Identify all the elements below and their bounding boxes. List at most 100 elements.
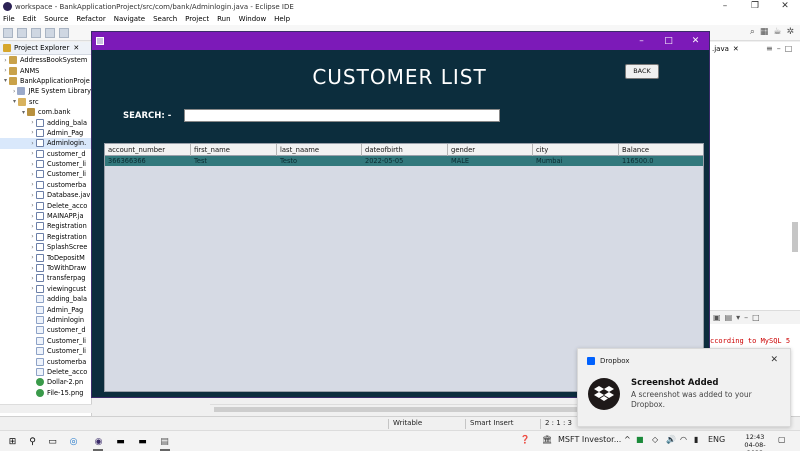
chevron-right-icon[interactable]: ›: [2, 67, 9, 74]
tree-item[interactable]: › transferpag: [0, 273, 91, 283]
column-header-gender[interactable]: gender: [448, 144, 533, 156]
menu-project[interactable]: Project: [185, 15, 209, 23]
column-header-date-of-birth[interactable]: dateofbirth: [362, 144, 448, 156]
save-all-icon[interactable]: [31, 27, 41, 38]
tree-item[interactable]: › Registration: [0, 221, 91, 231]
terminal-icon[interactable]: ▬: [114, 435, 127, 448]
print-icon[interactable]: [45, 27, 55, 38]
close-icon[interactable]: ✕: [770, 355, 778, 365]
tree-item[interactable]: › Customer_li: [0, 159, 91, 169]
menu-edit[interactable]: Edit: [23, 15, 37, 23]
chevron-right-icon[interactable]: ›: [29, 213, 36, 220]
chevron-right-icon[interactable]: ›: [29, 119, 36, 126]
pin-icon[interactable]: ▣: [713, 313, 721, 322]
chevron-right-icon[interactable]: ›: [2, 57, 9, 64]
chevron-right-icon[interactable]: ›: [29, 265, 36, 272]
notification-center-icon[interactable]: ▢: [778, 435, 786, 444]
new-icon[interactable]: [3, 27, 13, 38]
save-icon[interactable]: [17, 27, 27, 38]
tree-item[interactable]: Customer_li: [0, 336, 91, 346]
menu-source[interactable]: Source: [44, 15, 68, 23]
column-header-account-number[interactable]: account_number: [105, 144, 191, 156]
tree-item[interactable]: › MAINAPP.ja: [0, 211, 91, 221]
tree-item[interactable]: Customer_li: [0, 346, 91, 356]
chevron-right-icon[interactable]: ›: [29, 244, 36, 251]
chevron-right-icon[interactable]: ›: [29, 202, 36, 209]
chevron-right-icon[interactable]: ›: [29, 233, 36, 240]
task-view-icon[interactable]: ▭: [46, 435, 59, 448]
chevron-right-icon[interactable]: ›: [29, 129, 36, 136]
chevron-up-icon[interactable]: ^: [624, 435, 631, 444]
chevron-right-icon[interactable]: ›: [29, 161, 36, 168]
maximize-icon[interactable]: ❐: [740, 0, 770, 13]
tree-item[interactable]: Adminlogin: [0, 315, 91, 325]
volume-icon[interactable]: 🔊: [666, 435, 676, 444]
chevron-right-icon[interactable]: ›: [29, 223, 36, 230]
column-header-balance[interactable]: Balance: [619, 144, 703, 156]
chevron-down-icon[interactable]: ▾: [736, 313, 740, 322]
chevron-right-icon[interactable]: ›: [29, 192, 36, 199]
perspective-icon[interactable]: ▦: [760, 27, 769, 37]
antivirus-icon[interactable]: ■: [636, 435, 644, 444]
close-icon[interactable]: ✕: [73, 44, 79, 52]
maximize-icon[interactable]: □: [752, 313, 760, 322]
tree-item[interactable]: › ToWithDraw: [0, 263, 91, 273]
menu-help[interactable]: Help: [274, 15, 290, 23]
windows-start-icon[interactable]: ⊞: [6, 435, 19, 448]
explorer-horizontal-scrollbar[interactable]: [0, 404, 92, 413]
tree-item[interactable]: customerba: [0, 356, 91, 366]
java-app-taskbar-icon[interactable]: ▤: [158, 435, 171, 448]
chevron-right-icon[interactable]: ›: [29, 254, 36, 261]
tree-item[interactable]: › SplashScree: [0, 242, 91, 252]
java-perspective-icon[interactable]: ☕: [773, 27, 781, 37]
display-console-icon[interactable]: ▤: [725, 313, 733, 322]
tree-item[interactable]: › adding_bala: [0, 117, 91, 127]
menu-file[interactable]: File: [3, 15, 15, 23]
column-header-last-name[interactable]: last_naame: [277, 144, 362, 156]
edge-browser-icon[interactable]: ◎: [67, 435, 80, 448]
tree-item[interactable]: › Delete_acco: [0, 200, 91, 210]
table-row[interactable]: 366366366 Test Testo 2022-05-05 MALE Mum…: [105, 156, 703, 166]
tree-item[interactable]: Admin_Pag: [0, 304, 91, 314]
tree-item[interactable]: › Database.jav: [0, 190, 91, 200]
back-button[interactable]: BACK: [625, 64, 659, 79]
dropbox-notification[interactable]: Dropbox ✕ Screenshot Added A screenshot …: [577, 348, 791, 427]
tree-item[interactable]: adding_bala: [0, 294, 91, 304]
tree-item[interactable]: › ANMS: [0, 65, 91, 75]
tree-item[interactable]: Dollar-2.pn: [0, 377, 91, 387]
debug-icon[interactable]: [59, 27, 69, 38]
chevron-down-icon[interactable]: ▾: [11, 98, 18, 105]
command-prompt-icon[interactable]: ▬: [136, 435, 149, 448]
menu-navigate[interactable]: Navigate: [114, 15, 145, 23]
tree-item[interactable]: › customerba: [0, 180, 91, 190]
dropbox-tray-icon[interactable]: ◇: [652, 435, 658, 444]
chevron-right-icon[interactable]: ›: [29, 181, 36, 188]
language-indicator[interactable]: ENG: [708, 435, 725, 444]
tree-item[interactable]: › Registration: [0, 232, 91, 242]
minimize-icon[interactable]: –: [744, 313, 748, 322]
minimize-icon[interactable]: –: [710, 0, 740, 13]
close-icon[interactable]: ✕: [733, 45, 739, 53]
search-input[interactable]: [184, 109, 500, 122]
search-icon[interactable]: ⌕: [750, 27, 755, 37]
tree-item[interactable]: ▾ com.bank: [0, 107, 91, 117]
battery-icon[interactable]: ▮: [694, 435, 698, 444]
menu-run[interactable]: Run: [217, 15, 230, 23]
chevron-right-icon[interactable]: ›: [29, 150, 36, 157]
tree-item[interactable]: › JRE System Library: [0, 86, 91, 96]
close-icon[interactable]: ✕: [770, 0, 800, 13]
chevron-right-icon[interactable]: ›: [29, 171, 36, 178]
eclipse-taskbar-icon[interactable]: ◉: [92, 435, 105, 448]
tree-item[interactable]: › Admin_Pag: [0, 128, 91, 138]
search-icon[interactable]: ⚲: [26, 435, 39, 448]
tree-item[interactable]: ▾ src: [0, 97, 91, 107]
tree-item[interactable]: customer_d: [0, 325, 91, 335]
tree-item[interactable]: ▾ BankApplicationProje: [0, 76, 91, 86]
bank-icon[interactable]: 🏛: [542, 435, 552, 444]
tree-item[interactable]: › viewingcust: [0, 284, 91, 294]
tree-item[interactable]: › ToDepositM: [0, 252, 91, 262]
chevron-right-icon[interactable]: ›: [29, 275, 36, 282]
stock-ticker[interactable]: MSFT Investor...: [558, 435, 621, 444]
minimize-icon[interactable]: –: [777, 44, 781, 53]
chevron-down-icon[interactable]: ▾: [20, 109, 27, 116]
